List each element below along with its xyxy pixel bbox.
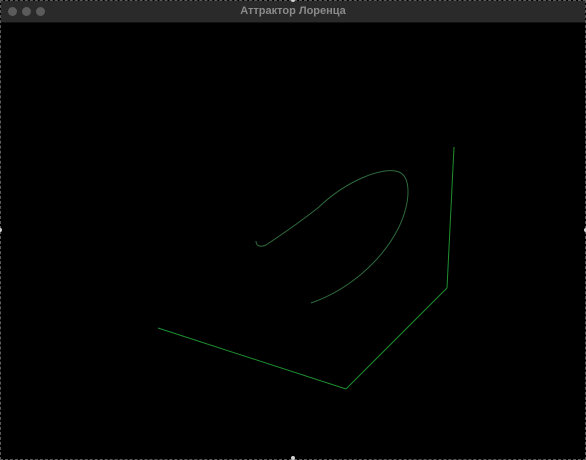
attractor-trajectory [255,170,409,304]
lorenz-plot [157,146,455,390]
title-bar[interactable]: Аттрактор Лоренца [1,1,585,23]
x-axis-line [157,327,347,390]
render-canvas[interactable] [1,23,585,459]
window-title: Аттрактор Лоренца [240,5,346,17]
app-window: Аттрактор Лоренца [0,0,586,460]
y-axis-line [345,287,448,390]
z-axis-line [446,146,455,289]
resize-handle-bottom[interactable] [291,456,295,460]
